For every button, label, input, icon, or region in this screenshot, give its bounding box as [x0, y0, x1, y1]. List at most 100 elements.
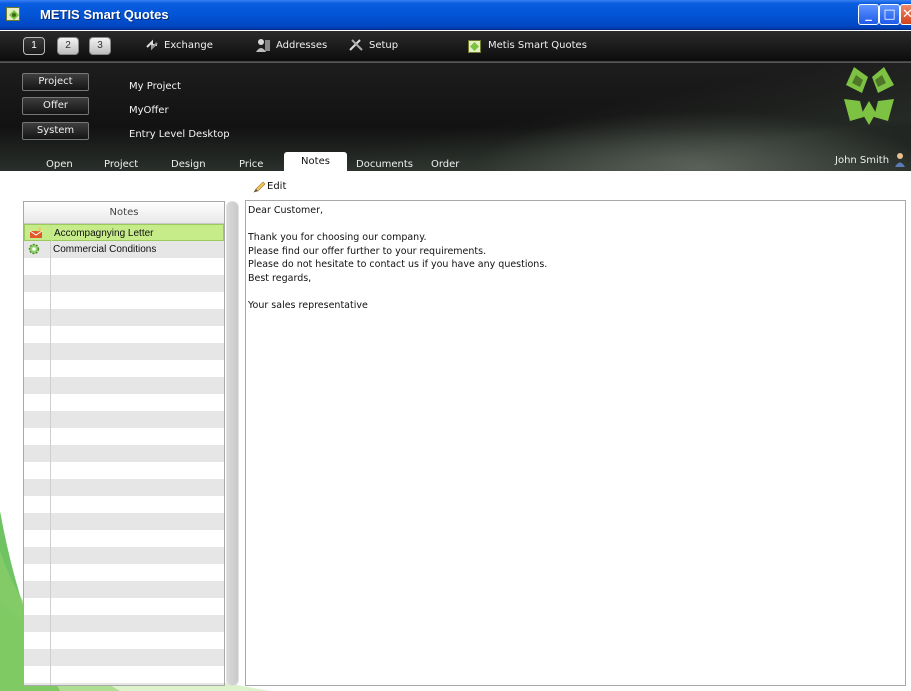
- row-gutter: [50, 683, 51, 685]
- row-gutter: [50, 615, 51, 632]
- note-item-label: Commercial Conditions: [53, 244, 157, 255]
- addresses-icon: [255, 38, 271, 56]
- empty-row: [24, 377, 224, 394]
- empty-row: [24, 479, 224, 496]
- row-gutter: [50, 530, 51, 547]
- main-toolbar: 1 2 3 Exchange Addresses Setup Metis Sma…: [0, 31, 911, 62]
- empty-row: [24, 649, 224, 666]
- note-text-line: Your sales representative: [248, 299, 368, 311]
- row-gutter: [50, 632, 51, 649]
- project-button[interactable]: Project: [22, 73, 89, 91]
- offer-button[interactable]: Offer: [22, 97, 89, 115]
- empty-row: [24, 564, 224, 581]
- row-gutter: [50, 241, 51, 258]
- header-divider: [0, 62, 911, 63]
- empty-row: [24, 615, 224, 632]
- empty-row: [24, 258, 224, 275]
- note-text-line: [248, 218, 903, 232]
- empty-row: [24, 530, 224, 547]
- page-2-button[interactable]: 2: [57, 37, 79, 55]
- row-gutter: [50, 275, 51, 292]
- page-1-button[interactable]: 1: [23, 37, 45, 55]
- system-button[interactable]: System: [22, 122, 89, 140]
- tab-open[interactable]: Open: [46, 159, 73, 170]
- empty-row: [24, 496, 224, 513]
- empty-row: [24, 343, 224, 360]
- row-gutter: [50, 411, 51, 428]
- user-name[interactable]: John Smith: [835, 155, 889, 166]
- pencil-icon: [253, 181, 266, 193]
- empty-row: [24, 411, 224, 428]
- tab-price[interactable]: Price: [239, 159, 263, 170]
- minimize-button[interactable]: _: [858, 4, 879, 25]
- empty-row: [24, 666, 224, 683]
- notes-column-header: Notes: [24, 202, 224, 224]
- row-gutter: [50, 462, 51, 479]
- app-link-label: Metis Smart Quotes: [488, 40, 587, 51]
- empty-row: [24, 513, 224, 530]
- context-header: Project Offer System My Project MyOffer …: [0, 62, 911, 172]
- system-value: Entry Level Desktop: [129, 129, 230, 140]
- empty-row: [24, 309, 224, 326]
- setup-icon: [348, 38, 364, 55]
- note-item-label: Accompagnying Letter: [54, 228, 154, 239]
- empty-row: [24, 275, 224, 292]
- row-gutter: [50, 343, 51, 360]
- metis-logo: [838, 65, 900, 134]
- tab-notes[interactable]: Notes: [284, 152, 347, 172]
- tab-design[interactable]: Design: [171, 159, 206, 170]
- page-3-button[interactable]: 3: [89, 37, 111, 55]
- empty-row: [24, 326, 224, 343]
- row-gutter: [50, 513, 51, 530]
- exchange-label: Exchange: [164, 40, 213, 51]
- empty-row: [24, 394, 224, 411]
- row-gutter: [50, 377, 51, 394]
- note-text-line: [248, 285, 903, 299]
- note-text-line: Dear Customer,: [248, 205, 324, 216]
- note-text-editor[interactable]: Dear Customer, Thank you for choosing our…: [245, 200, 906, 686]
- row-gutter: [50, 666, 51, 683]
- empty-row: [24, 292, 224, 309]
- empty-row: [24, 581, 224, 598]
- note-text-line: Thank you for choosing our company.: [248, 232, 427, 243]
- empty-row: [24, 547, 224, 564]
- note-text-line: Please do not hesitate to contact us if …: [248, 259, 548, 270]
- note-item-accompanying-letter[interactable]: Accompagnying Letter: [24, 224, 224, 242]
- row-gutter: [50, 292, 51, 309]
- row-gutter: [50, 479, 51, 496]
- note-item-commercial-conditions[interactable]: Commercial Conditions: [24, 241, 224, 258]
- row-gutter: [50, 496, 51, 513]
- row-gutter: [50, 360, 51, 377]
- empty-row: [24, 598, 224, 615]
- app-icon[interactable]: [6, 7, 20, 21]
- maximize-button[interactable]: □: [879, 4, 900, 25]
- user-icon[interactable]: [894, 152, 906, 171]
- note-text-line: Please find our offer further to your re…: [248, 245, 487, 257]
- setup-label: Setup: [369, 40, 399, 51]
- window-title: METIS Smart Quotes: [40, 7, 169, 22]
- row-gutter: [50, 428, 51, 445]
- scrollbar-thumb[interactable]: [227, 202, 238, 685]
- empty-row: [24, 360, 224, 377]
- row-gutter: [50, 445, 51, 462]
- notes-scrollbar[interactable]: [226, 201, 239, 686]
- addresses-label: Addresses: [276, 40, 328, 51]
- notes-workspace: Edit Notes Accompagnying Letter Commerci…: [0, 171, 911, 691]
- edit-label: Edit: [267, 181, 287, 192]
- tab-project[interactable]: Project: [104, 159, 138, 170]
- row-gutter: [50, 547, 51, 564]
- empty-row: [24, 445, 224, 462]
- metis-icon: [468, 40, 481, 56]
- tab-documents[interactable]: Documents: [356, 159, 413, 170]
- empty-row: [24, 632, 224, 649]
- empty-row: [24, 428, 224, 445]
- row-gutter: [50, 394, 51, 411]
- exchange-icon: [145, 38, 159, 55]
- tab-order[interactable]: Order: [431, 159, 459, 170]
- notes-rows: Accompagnying Letter Commercial Conditio…: [24, 224, 224, 685]
- row-gutter: [50, 581, 51, 598]
- row-gutter: [50, 564, 51, 581]
- empty-row: [24, 683, 224, 685]
- notes-list: Notes Accompagnying Letter Commercial Co…: [23, 201, 225, 686]
- close-button[interactable]: ✕: [900, 4, 911, 25]
